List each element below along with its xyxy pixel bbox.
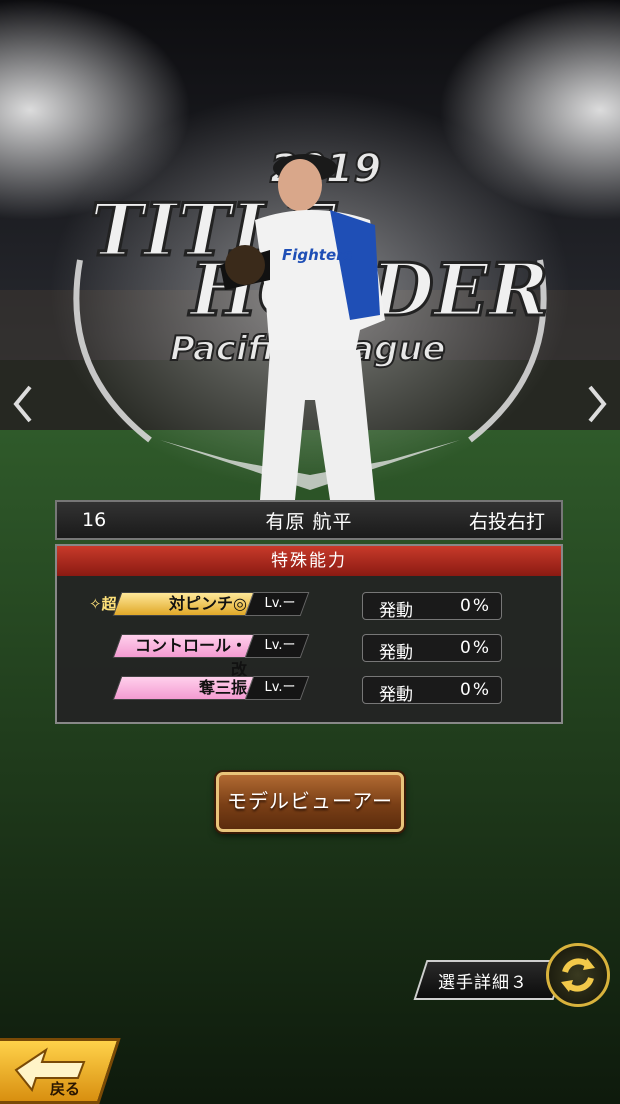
trigger-value: 0% <box>460 596 491 616</box>
handedness: 右投右打 <box>468 510 545 533</box>
prev-player-button[interactable] <box>6 380 40 428</box>
ability-level: Lv.ー <box>264 680 296 695</box>
chevron-left-icon <box>13 385 32 423</box>
trigger-box: 発動 0% <box>362 676 502 705</box>
ability-name: コントロール・改 <box>134 636 247 679</box>
abilities-header: 特殊能力 <box>57 546 561 576</box>
trigger-label: 発動 <box>379 601 413 621</box>
ability-row[interactable]: 奪三振 Lv.ー 発動 0% <box>57 676 561 706</box>
special-abilities-panel: 特殊能力 ✧超 対ピンチ◎ Lv.ー 発動 0% コントロール・改 Lv.ー 発… <box>55 544 563 724</box>
ability-row[interactable]: ✧超 対ピンチ◎ Lv.ー 発動 0% <box>57 592 561 622</box>
ability-name: 奪三振 <box>198 678 247 697</box>
jersey-text: Fighters <box>282 246 353 264</box>
player-detail-label: 選手詳細３ <box>438 973 528 993</box>
trigger-box: 発動 0% <box>362 634 502 663</box>
swap-arrows-icon <box>561 958 595 992</box>
model-viewer-button[interactable]: モデルビューアー <box>216 772 404 832</box>
swap-button[interactable] <box>546 943 610 1007</box>
trigger-label: 発動 <box>379 643 413 663</box>
ability-level: Lv.ー <box>264 638 296 653</box>
trigger-value: 0% <box>460 680 491 700</box>
next-player-button[interactable] <box>580 380 614 428</box>
player-image: Fighters <box>220 154 385 500</box>
ability-row[interactable]: コントロール・改 Lv.ー 発動 0% <box>57 634 561 679</box>
trigger-label: 発動 <box>379 685 413 705</box>
player-info-bar: 16 有原 航平 右投右打 <box>55 500 563 540</box>
trigger-box: 発動 0% <box>362 592 502 621</box>
player-detail-button[interactable]: 選手詳細３ <box>413 960 567 1000</box>
trigger-value: 0% <box>460 638 491 658</box>
ability-level: Lv.ー <box>264 596 296 611</box>
ability-name: 対ピンチ◎ <box>169 594 247 613</box>
chevron-right-icon <box>588 385 607 423</box>
back-label: 戻る <box>50 1080 81 1098</box>
back-button[interactable]: 戻る <box>0 1038 121 1104</box>
super-badge: ✧超 <box>89 595 117 613</box>
